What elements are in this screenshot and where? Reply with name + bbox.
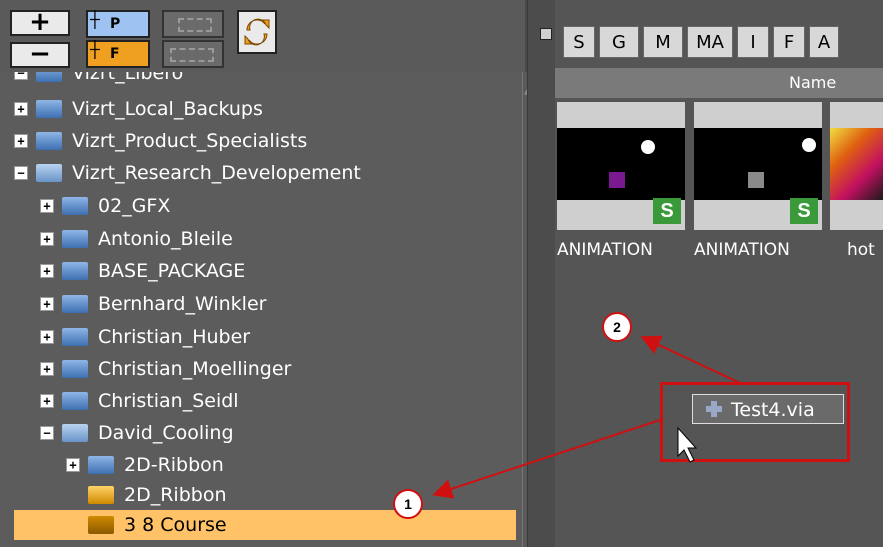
callout-1: 1: [393, 489, 423, 519]
annotation-arrows: [432, 335, 743, 499]
cursor-icon: [677, 426, 698, 463]
callout-2: 2: [602, 312, 632, 342]
